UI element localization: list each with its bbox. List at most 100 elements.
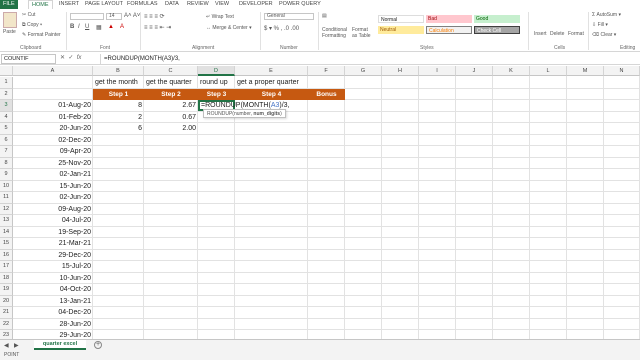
cell-a19[interactable]: 04-Oct-20 (13, 284, 93, 296)
cut-button[interactable]: ✂ Cut (22, 12, 35, 18)
borders-icon[interactable]: ▦ (96, 24, 102, 31)
row-header-22[interactable]: 22 (0, 318, 13, 330)
cell-b5[interactable]: 6 (93, 123, 144, 135)
row-header-16[interactable]: 16 (0, 249, 13, 261)
cell-e1[interactable]: get a proper quarter (235, 77, 301, 89)
row-header-8[interactable]: 8 (0, 157, 13, 169)
tab-power-query[interactable]: POWER QUERY (276, 0, 324, 9)
cell-a9[interactable]: 02-Jan-21 (13, 169, 93, 181)
select-all-corner[interactable] (0, 66, 13, 76)
row-header-11[interactable]: 11 (0, 192, 13, 204)
style-neutral[interactable]: Neutral (378, 26, 424, 34)
row-header-6[interactable]: 6 (0, 134, 13, 146)
cell-a21[interactable]: 04-Dec-20 (13, 307, 93, 319)
cell-c3[interactable]: 2.67 (144, 100, 198, 112)
cell-e2[interactable]: Step 4 (235, 88, 308, 100)
number-format-combo[interactable]: General (264, 13, 314, 20)
row-header-19[interactable]: 19 (0, 284, 13, 296)
scroll-right-icon[interactable]: ▶ (14, 342, 19, 349)
cell-a4[interactable]: 01-Feb-20 (13, 112, 93, 124)
cell-a17[interactable]: 15-Jul-20 (13, 261, 93, 273)
copy-button[interactable]: ⧉ Copy ▾ (22, 22, 42, 28)
row-header-21[interactable]: 21 (0, 307, 13, 319)
tab-review[interactable]: REVIEW (184, 0, 212, 9)
cell-a16[interactable]: 29-Dec-20 (13, 250, 93, 262)
tab-data[interactable]: DATA (162, 0, 182, 9)
row-header-12[interactable]: 12 (0, 203, 13, 215)
paste-icon[interactable] (3, 12, 17, 28)
fill-button[interactable]: ⇩ Fill ▾ (592, 22, 608, 28)
column-header-b[interactable]: B (93, 66, 144, 76)
left-align-icon[interactable]: ≡ ≡ ≡ ⇤ ⇥ (144, 24, 171, 31)
column-header-m[interactable]: M (567, 66, 604, 76)
bold-icon[interactable]: B (70, 24, 74, 30)
style-good[interactable]: Good (474, 15, 520, 23)
cell-a5[interactable]: 20-Jun-20 (13, 123, 93, 135)
cell-a15[interactable]: 21-Mar-21 (13, 238, 93, 250)
conditional-formatting-icon[interactable]: ▤ (322, 13, 346, 25)
row-header-3[interactable]: 3 (0, 100, 13, 112)
cell-a8[interactable]: 25-Nov-20 (13, 158, 93, 170)
column-header-l[interactable]: L (530, 66, 567, 76)
wrap-text-button[interactable]: ↵ Wrap Text (206, 14, 234, 20)
font-color-icon[interactable]: A (120, 24, 124, 30)
row-header-4[interactable]: 4 (0, 111, 13, 123)
clear-button[interactable]: ⌫ Clear ▾ (592, 32, 616, 38)
cell-b2[interactable]: Step 1 (93, 88, 144, 100)
add-sheet-button[interactable]: + (94, 341, 102, 349)
cell-c2[interactable]: Step 2 (144, 88, 198, 100)
cell-a22[interactable]: 28-Jun-20 (13, 319, 93, 331)
top-align-icon[interactable]: ≡ ≡ ≡ ⟳ (144, 13, 165, 20)
delete-cells-button[interactable]: Delete (550, 31, 564, 37)
row-header-20[interactable]: 20 (0, 295, 13, 307)
column-header-a[interactable]: A (13, 66, 93, 76)
currency-icon[interactable]: $ ▾ % , .0 .00 (264, 25, 299, 32)
style-bad[interactable]: Bad (426, 15, 472, 23)
column-header-e[interactable]: E (235, 66, 308, 76)
grow-font-icon[interactable]: A˄ A˅ (124, 13, 140, 19)
font-name-combo[interactable] (70, 13, 104, 20)
fill-color-icon[interactable]: ▲ (108, 24, 114, 30)
row-header-5[interactable]: 5 (0, 123, 13, 135)
cell-d1[interactable]: round up (198, 77, 230, 89)
conditional-formatting-button[interactable]: Conditional Formatting (322, 27, 348, 39)
column-header-n[interactable]: N (604, 66, 640, 76)
cell-a12[interactable]: 09-Aug-20 (13, 204, 93, 216)
style-check-cell[interactable]: Check Cell (474, 26, 520, 34)
cell-a3[interactable]: 01-Aug-20 (13, 100, 93, 112)
close-icon[interactable]: ✕ (60, 55, 65, 61)
font-size-combo[interactable]: 14 (106, 13, 122, 20)
row-header-15[interactable]: 15 (0, 238, 13, 250)
cell-a7[interactable]: 09-Apr-20 (13, 146, 93, 158)
cell-a6[interactable]: 02-Dec-20 (13, 135, 93, 147)
column-header-f[interactable]: F (308, 66, 345, 76)
cell-a20[interactable]: 13-Jan-21 (13, 296, 93, 308)
cell-b4[interactable]: 2 (93, 112, 144, 124)
column-header-g[interactable]: G (345, 66, 382, 76)
formula-input[interactable]: =ROUNDUP(MONTH(A3)/3, (100, 54, 638, 64)
merge-center-button[interactable]: ↔ Merge & Center ▾ (206, 25, 252, 31)
column-header-i[interactable]: I (419, 66, 456, 76)
column-header-k[interactable]: K (493, 66, 530, 76)
column-header-d[interactable]: D (198, 66, 235, 76)
style-calculation[interactable]: Calculation (426, 26, 472, 34)
italic-icon[interactable]: I (78, 24, 80, 30)
tab-view[interactable]: VIEW (212, 0, 232, 9)
row-header-10[interactable]: 10 (0, 180, 13, 192)
row-header-14[interactable]: 14 (0, 226, 13, 238)
row-header-9[interactable]: 9 (0, 169, 13, 181)
format-painter-button[interactable]: ✎ Format Painter (22, 32, 61, 38)
cell-a11[interactable]: 02-Jun-20 (13, 192, 93, 204)
cell-a10[interactable]: 15-Jun-20 (13, 181, 93, 193)
row-header-17[interactable]: 17 (0, 261, 13, 273)
column-header-h[interactable]: H (382, 66, 419, 76)
column-header-c[interactable]: C (144, 66, 198, 76)
check-icon[interactable]: ✓ (68, 55, 73, 61)
name-box[interactable]: COUNTIF (1, 54, 56, 64)
row-header-13[interactable]: 13 (0, 215, 13, 227)
cell-a13[interactable]: 04-Jul-20 (13, 215, 93, 227)
column-header-j[interactable]: J (456, 66, 493, 76)
paste-button[interactable]: Paste (3, 29, 16, 35)
tab-file[interactable]: FILE (0, 0, 18, 9)
row-header-1[interactable]: 1 (0, 77, 13, 89)
